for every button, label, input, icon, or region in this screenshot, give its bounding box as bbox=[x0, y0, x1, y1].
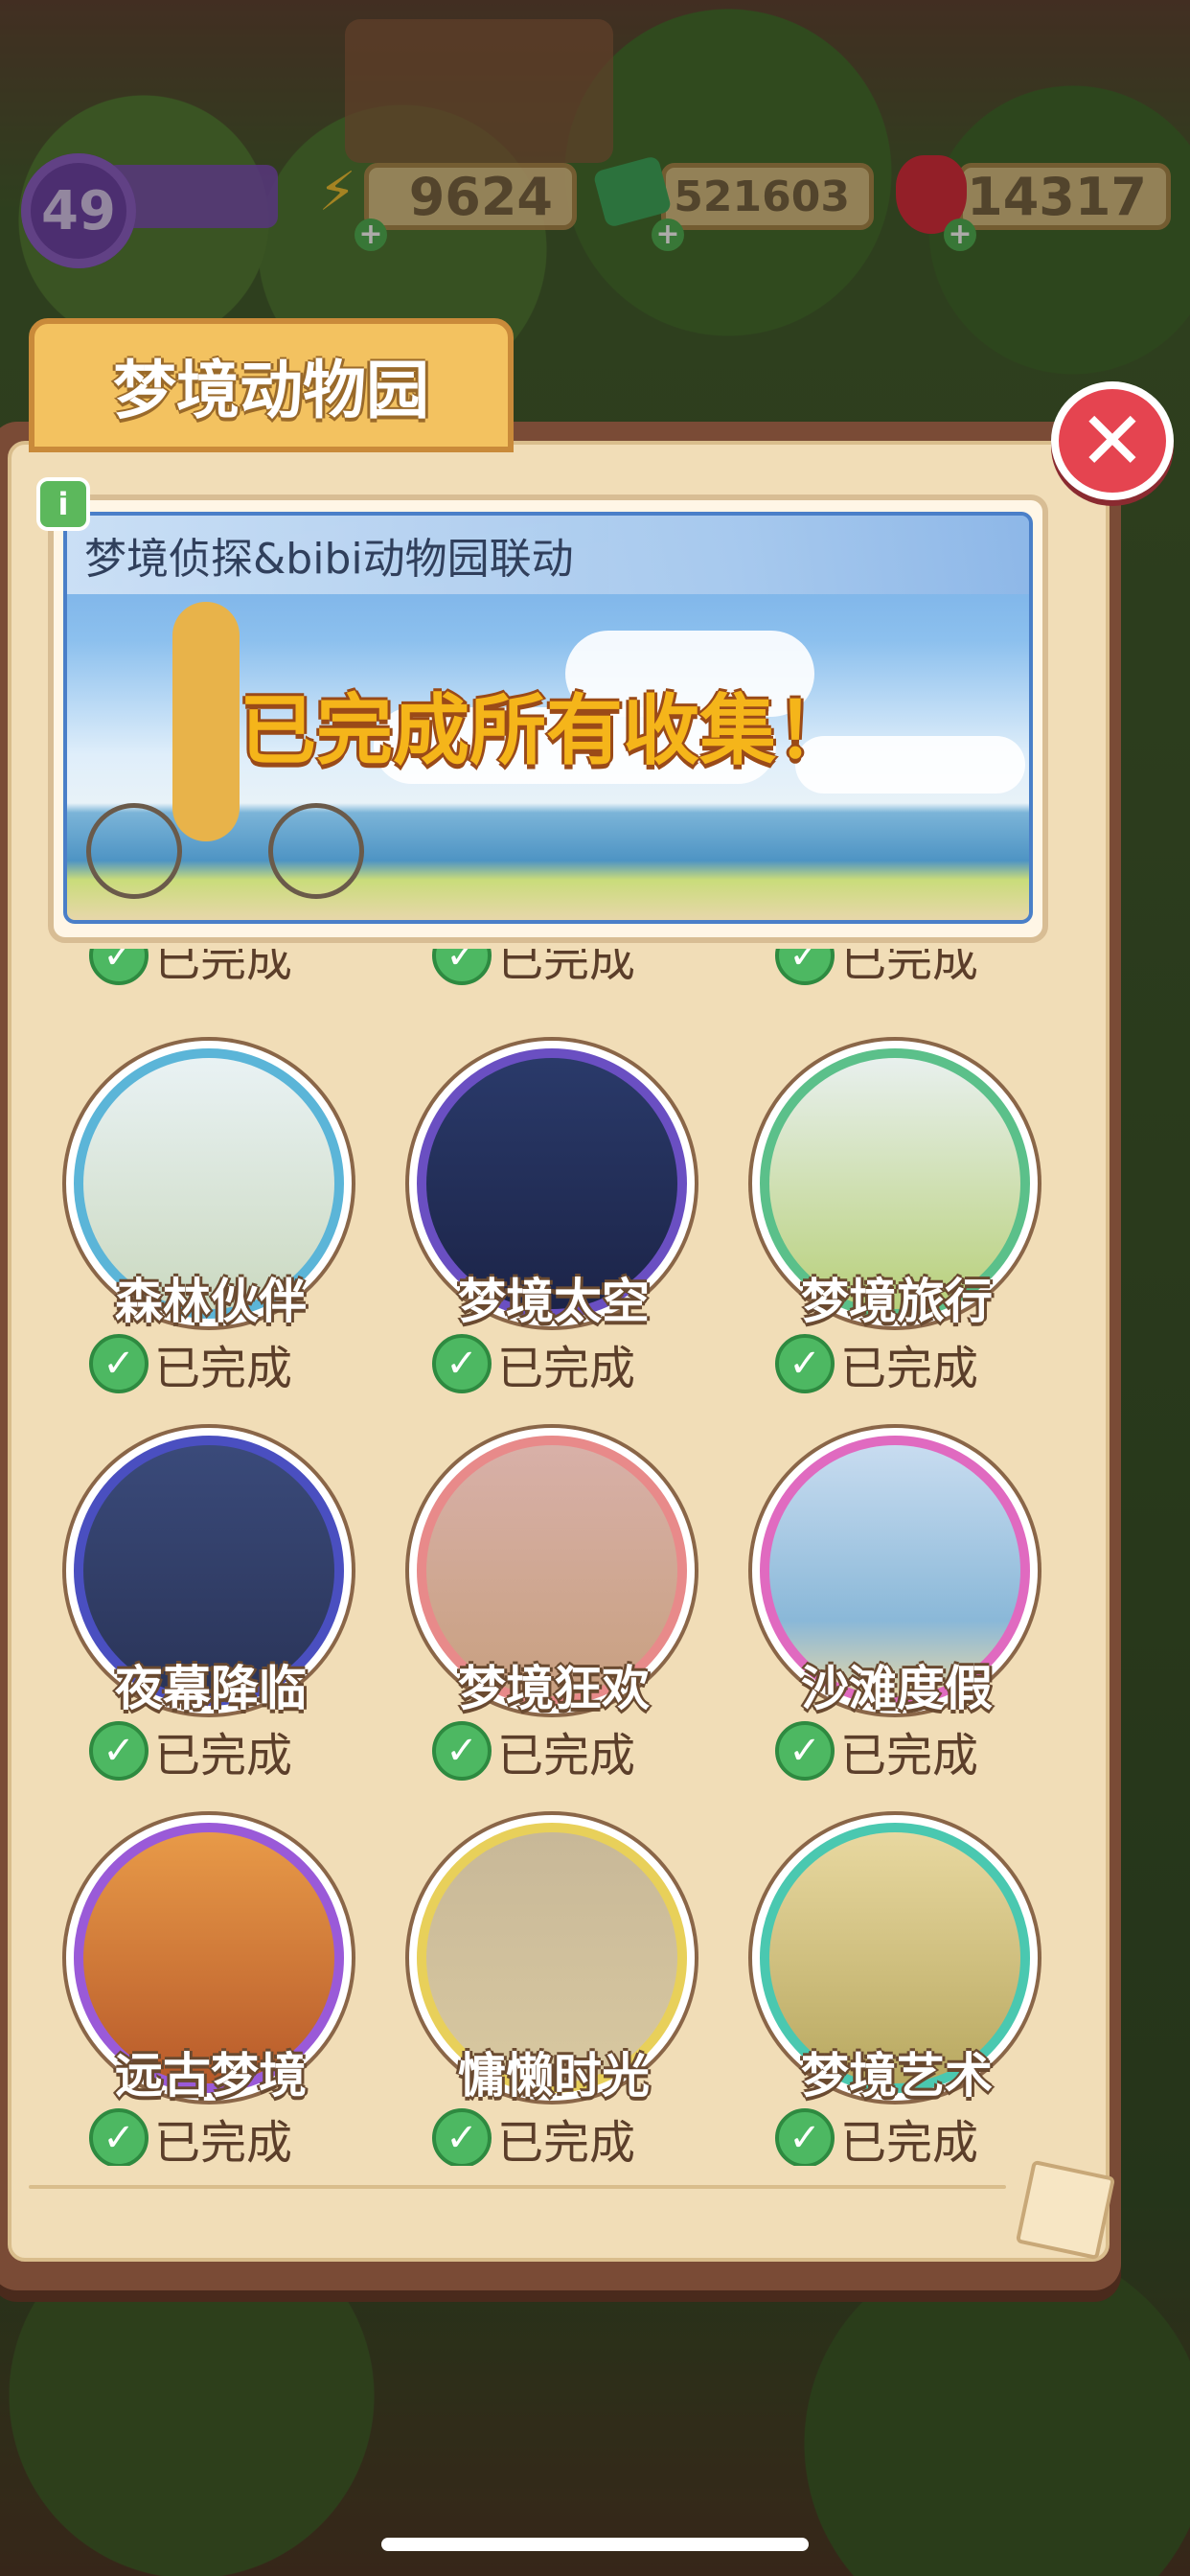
checkmark-icon: ✓ bbox=[432, 949, 492, 985]
home-indicator[interactable] bbox=[381, 2538, 809, 2551]
checkmark-icon: ✓ bbox=[775, 2108, 835, 2166]
collection-card[interactable]: 梦境艺术 ✓ 已完成 bbox=[748, 1815, 1049, 2166]
collection-card[interactable]: 沙滩度假 ✓ 已完成 bbox=[748, 1428, 1049, 1802]
cut-row-status-text: 已完成 bbox=[840, 949, 979, 987]
close-button[interactable]: ✕ bbox=[1051, 381, 1174, 500]
banner-header: 梦境侦探&bibi动物园联动 bbox=[67, 516, 1029, 594]
cut-row-status-text: 已完成 bbox=[154, 949, 293, 987]
collection-card[interactable]: 梦境狂欢 ✓ 已完成 bbox=[405, 1428, 712, 1802]
collection-status: ✓ 已完成 bbox=[89, 1717, 292, 1784]
checkmark-icon: ✓ bbox=[432, 2108, 492, 2166]
checkmark-icon: ✓ bbox=[775, 949, 835, 985]
collection-status-text: 已完成 bbox=[840, 1342, 979, 1395]
collection-card[interactable]: 夜幕降临 ✓ 已完成 bbox=[62, 1428, 369, 1802]
paper-corner-fold bbox=[1015, 2159, 1116, 2261]
collection-status-text: 已完成 bbox=[497, 1342, 636, 1395]
checkmark-icon: ✓ bbox=[89, 2108, 149, 2166]
collection-name: 森林伙伴 bbox=[115, 1274, 307, 1329]
collection-name: 梦境太空 bbox=[458, 1274, 650, 1329]
checkmark-icon: ✓ bbox=[775, 1721, 835, 1781]
collection-status-text: 已完成 bbox=[840, 1729, 979, 1782]
cut-row-status-text: 已完成 bbox=[497, 949, 636, 987]
cut-row-status: ✓ 已完成 bbox=[89, 949, 292, 989]
collection-status-text: 已完成 bbox=[154, 1729, 293, 1782]
checkmark-icon: ✓ bbox=[89, 1721, 149, 1781]
banner-message: 已完成所有收集！ bbox=[240, 686, 853, 775]
banner-subtitle: 梦境侦探&bibi动物园联动 bbox=[84, 535, 574, 584]
collection-name: 夜幕降临 bbox=[115, 1661, 307, 1716]
checkmark-icon: ✓ bbox=[775, 1334, 835, 1393]
collection-card[interactable]: 梦境太空 ✓ 已完成 bbox=[405, 1041, 712, 1414]
collection-status: ✓ 已完成 bbox=[432, 1717, 635, 1784]
collection-status: ✓ 已完成 bbox=[775, 2104, 978, 2166]
window-title-tab: 梦境动物园 bbox=[29, 318, 514, 452]
collection-name: 慵懒时光 bbox=[458, 2048, 650, 2104]
collection-name: 沙滩度假 bbox=[801, 1661, 993, 1716]
close-icon: ✕ bbox=[1078, 394, 1147, 488]
checkmark-icon: ✓ bbox=[432, 1721, 492, 1781]
collection-status: ✓ 已完成 bbox=[89, 1330, 292, 1397]
collection-status-text: 已完成 bbox=[154, 1342, 293, 1395]
collection-name: 梦境狂欢 bbox=[458, 1661, 650, 1716]
bike-wheel-illustration bbox=[86, 803, 182, 899]
info-icon: i bbox=[57, 486, 69, 522]
collection-grid: ✓ 已完成 ✓ 已完成 ✓ 已完成 森林伙伴 ✓ 已完成 梦境太空 ✓ 已完成 bbox=[53, 949, 1049, 2166]
cut-row-status: ✓ 已完成 bbox=[432, 949, 635, 989]
cut-row-status: ✓ 已完成 bbox=[775, 949, 978, 989]
window-title: 梦境动物园 bbox=[113, 354, 429, 427]
collection-status: ✓ 已完成 bbox=[89, 2104, 292, 2166]
collection-status: ✓ 已完成 bbox=[775, 1330, 978, 1397]
collection-card[interactable]: 森林伙伴 ✓ 已完成 bbox=[62, 1041, 369, 1414]
collection-name: 梦境艺术 bbox=[801, 2048, 993, 2104]
bike-wheel-illustration bbox=[268, 803, 364, 899]
collection-name: 远古梦境 bbox=[115, 2048, 307, 2104]
collection-status-text: 已完成 bbox=[154, 2116, 293, 2166]
checkmark-icon: ✓ bbox=[432, 1334, 492, 1393]
collection-status-text: 已完成 bbox=[497, 1729, 636, 1782]
collection-status: ✓ 已完成 bbox=[432, 2104, 635, 2166]
collection-card[interactable]: 远古梦境 ✓ 已完成 bbox=[62, 1815, 369, 2166]
paper-divider bbox=[29, 2185, 1006, 2189]
checkmark-icon: ✓ bbox=[89, 949, 149, 985]
collection-name: 梦境旅行 bbox=[801, 1274, 993, 1329]
collection-status-text: 已完成 bbox=[840, 2116, 979, 2166]
info-button[interactable]: i bbox=[36, 477, 90, 531]
collection-card[interactable]: 梦境旅行 ✓ 已完成 bbox=[748, 1041, 1049, 1414]
collection-card[interactable]: 慵懒时光 ✓ 已完成 bbox=[405, 1815, 712, 2166]
checkmark-icon: ✓ bbox=[89, 1334, 149, 1393]
collection-status: ✓ 已完成 bbox=[775, 1717, 978, 1784]
giraffe-illustration bbox=[172, 602, 240, 841]
collection-status: ✓ 已完成 bbox=[432, 1330, 635, 1397]
collection-status-text: 已完成 bbox=[497, 2116, 636, 2166]
event-banner: 梦境侦探&bibi动物园联动 已完成所有收集！ bbox=[63, 512, 1033, 924]
